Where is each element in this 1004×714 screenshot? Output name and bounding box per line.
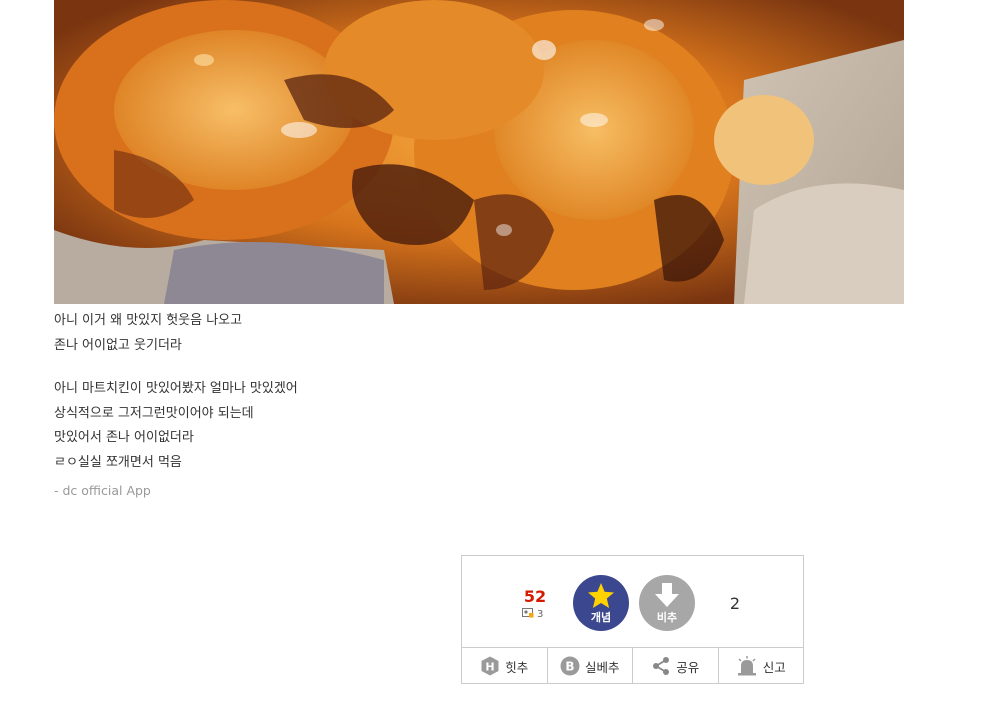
vote-box: 52 3 개념 비추 2 H 힛추 B 실베추 공유 신고 [461, 555, 804, 684]
post-line: 상식적으로 그저그런맛이어야 되는데 [54, 405, 254, 421]
hit-recommend-label: 힛추 [505, 659, 529, 675]
post-line: 아니 이거 왜 맛있지 헛웃음 나오고 [54, 313, 243, 328]
vote-panel: 52 3 개념 비추 2 [462, 556, 803, 647]
hit-icon: H [481, 656, 499, 676]
share-button[interactable]: 공유 [633, 648, 719, 684]
upvote-count: 52 [523, 587, 547, 606]
fixed-upvote-count: 3 [537, 609, 544, 620]
svg-text:B: B [565, 660, 574, 674]
downvote-button[interactable]: 비추 [639, 575, 695, 631]
post-line: ㄹㅇ실실 쪼개면서 먹음 [54, 454, 182, 470]
post-image[interactable] [54, 0, 904, 304]
best-recommend-label: 실베추 [584, 659, 620, 675]
vote-actions: H 힛추 B 실베추 공유 신고 [462, 647, 803, 684]
post-line: 맛있어서 존나 어이없더라 [54, 430, 194, 445]
upvote-label: 개념 [590, 611, 612, 624]
post-line: 아니 마트치킨이 맛있어봤자 얼마나 맛있겠어 [54, 381, 298, 396]
downvote-count: 2 [729, 594, 741, 613]
downvote-label: 비추 [656, 611, 678, 624]
star-icon [588, 583, 614, 608]
best-recommend-button[interactable]: B 실베추 [548, 648, 633, 684]
share-label: 공유 [676, 659, 700, 675]
best-icon: B [560, 656, 580, 676]
post-line: 존나 어이없고 웃기더라 [54, 337, 182, 353]
fixed-upvote-row: 3 [522, 608, 543, 622]
fried-chicken-photo [54, 0, 904, 304]
report-button[interactable]: 신고 [719, 648, 804, 684]
share-icon [653, 657, 670, 675]
hit-recommend-button[interactable]: H 힛추 [462, 648, 548, 684]
svg-text:H: H [486, 661, 495, 674]
post-body: 아니 이거 왜 맛있지 헛웃음 나오고 존나 어이없고 웃기더라 아니 마트치킨… [54, 309, 854, 475]
fixed-user-icon [522, 608, 534, 621]
arrow-down-icon [655, 583, 679, 607]
siren-icon [737, 656, 756, 676]
report-label: 신고 [762, 659, 786, 675]
upvote-button[interactable]: 개념 [573, 575, 629, 631]
app-signature: - dc official App [54, 483, 151, 498]
